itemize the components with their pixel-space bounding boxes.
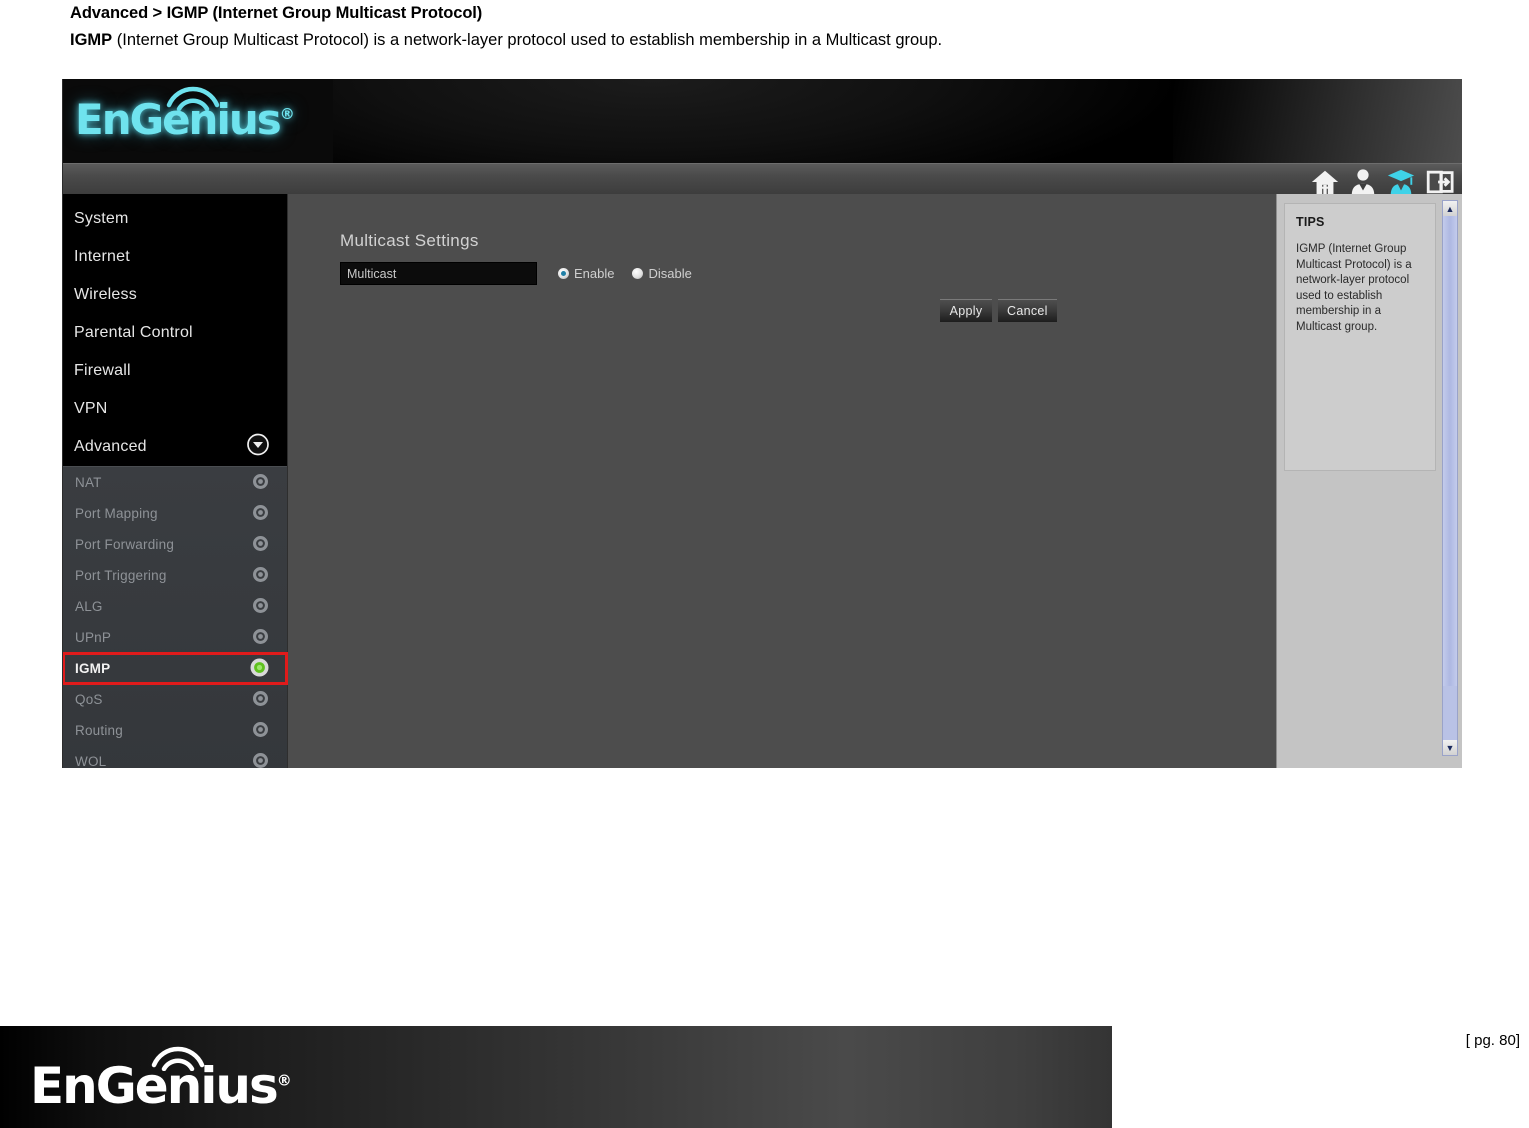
page-description-bold: IGMP [70,31,113,49]
logout-icon[interactable] [1424,167,1454,197]
tips-title: TIPS [1296,215,1325,229]
sidebar-main-menu: System Internet Wireless Parental Contro… [63,194,287,466]
scroll-up-arrow-icon[interactable]: ▲ [1443,201,1457,216]
home-icon[interactable] [1310,167,1340,197]
sidebar-item-port-forwarding[interactable]: Port Forwarding [63,529,287,560]
ui-toolbar [63,163,1462,197]
page-title: Advanced > IGMP (Internet Group Multicas… [70,4,483,22]
sidebar-item-label: QoS [75,692,103,707]
sidebar-item-label: Routing [75,723,123,738]
multicast-radio-group: Enable Disable [558,266,692,281]
ui-banner: EnGenius® [63,79,1462,163]
content-panel: Multicast Settings Multicast Enable Disa… [287,194,1276,768]
document-heading: Advanced > IGMP (Internet Group Multicas… [70,2,1470,51]
radio-enable[interactable]: Enable [558,266,614,281]
bullet-icon [252,473,269,493]
radio-disable[interactable]: Disable [632,266,692,281]
sidebar-item-label: VPN [74,400,108,417]
sidebar-item-parental-control[interactable]: Parental Control [63,314,287,352]
sidebar-item-upnp[interactable]: UPnP [63,622,287,653]
bullet-icon [252,566,269,586]
sidebar-item-system[interactable]: System [63,200,287,238]
sidebar-item-label: Wireless [74,286,137,303]
radio-disable-label: Disable [648,266,692,281]
multicast-field-row: Multicast Enable Disable [340,262,692,285]
footer-brand-logo: EnGenius® [30,1046,292,1111]
sidebar-item-label: Parental Control [74,324,193,341]
radio-enable-label: Enable [574,266,615,281]
registered-mark: ® [276,1071,292,1090]
bullet-icon [252,752,269,769]
sidebar-item-label: Port Forwarding [75,537,175,552]
toolbar-icon-group [1310,167,1454,197]
bullet-icon [252,504,269,524]
chevron-down-icon [247,433,269,461]
sidebar-item-label: Port Triggering [75,568,167,583]
router-ui-screenshot: EnGenius® System Internet Wireless Paren… [62,79,1462,768]
sidebar-item-wol[interactable]: WOL [63,746,287,768]
sidebar-item-advanced[interactable]: Advanced [63,428,287,466]
page-description: IGMP (Internet Group Multicast Protocol)… [70,29,1470,51]
radio-dot-selected-icon [558,268,569,279]
bullet-icon [252,628,269,648]
sidebar-item-routing[interactable]: Routing [63,715,287,746]
wizard-graduate-icon[interactable] [1386,167,1416,197]
page-number: [ pg. 80] [1465,1032,1520,1049]
sidebar-item-label: System [74,210,129,227]
page-footer: EnGenius® [0,1026,1112,1128]
bullet-icon [252,690,269,710]
scrollbar[interactable]: ▲ ▼ [1442,200,1458,756]
banner-logo-box: EnGenius® [63,79,333,163]
bullet-icon [252,597,269,617]
tips-card: TIPS IGMP (Internet Group Multicast Prot… [1284,203,1436,471]
sidebar-item-wireless[interactable]: Wireless [63,276,287,314]
scrollbar-thumb[interactable] [1443,216,1457,686]
registered-mark: ® [279,105,295,123]
sidebar-item-firewall[interactable]: Firewall [63,352,287,390]
sidebar-item-alg[interactable]: ALG [63,591,287,622]
action-button-row: Apply Cancel [940,299,1057,322]
sidebar-item-label: WOL [75,754,107,768]
sidebar-item-label: ALG [75,599,103,614]
sidebar-item-internet[interactable]: Internet [63,238,287,276]
sidebar-item-label: Advanced [74,438,147,455]
bullet-icon [252,535,269,555]
sidebar-item-label: Internet [74,248,130,265]
sidebar-item-qos[interactable]: QoS [63,684,287,715]
sidebar: System Internet Wireless Parental Contro… [63,194,288,768]
sidebar-item-nat[interactable]: NAT [63,467,287,498]
sidebar-item-port-mapping[interactable]: Port Mapping [63,498,287,529]
sidebar-item-igmp[interactable]: IGMP [63,652,288,685]
sidebar-item-label: NAT [75,475,102,490]
banner-glow-right [1173,79,1462,163]
sidebar-item-vpn[interactable]: VPN [63,390,287,428]
apply-button[interactable]: Apply [940,299,992,322]
bullet-icon [252,721,269,741]
header-brand-logo: EnGenius® [75,95,295,144]
tips-panel: TIPS IGMP (Internet Group Multicast Prot… [1276,194,1462,768]
sidebar-item-label: Port Mapping [75,506,158,521]
page-description-rest: (Internet Group Multicast Protocol) is a… [112,31,943,49]
sidebar-item-label: IGMP [75,661,111,676]
bullet-icon-active [250,658,269,680]
sidebar-item-port-triggering[interactable]: Port Triggering [63,560,287,591]
radio-dot-icon [632,268,644,279]
sidebar-item-label: UPnP [75,630,112,645]
multicast-field[interactable]: Multicast [340,262,537,285]
sidebar-sub-menu: NAT Port Mapping Port Forwarding Port Tr… [63,466,288,768]
user-account-icon[interactable] [1348,167,1378,197]
tips-body: IGMP (Internet Group Multicast Protocol)… [1296,243,1412,333]
cancel-button[interactable]: Cancel [998,299,1057,322]
section-title: Multicast Settings [340,231,479,250]
ui-body: System Internet Wireless Parental Contro… [63,194,1462,768]
sidebar-item-label: Firewall [74,362,131,379]
scroll-down-arrow-icon[interactable]: ▼ [1443,740,1457,755]
